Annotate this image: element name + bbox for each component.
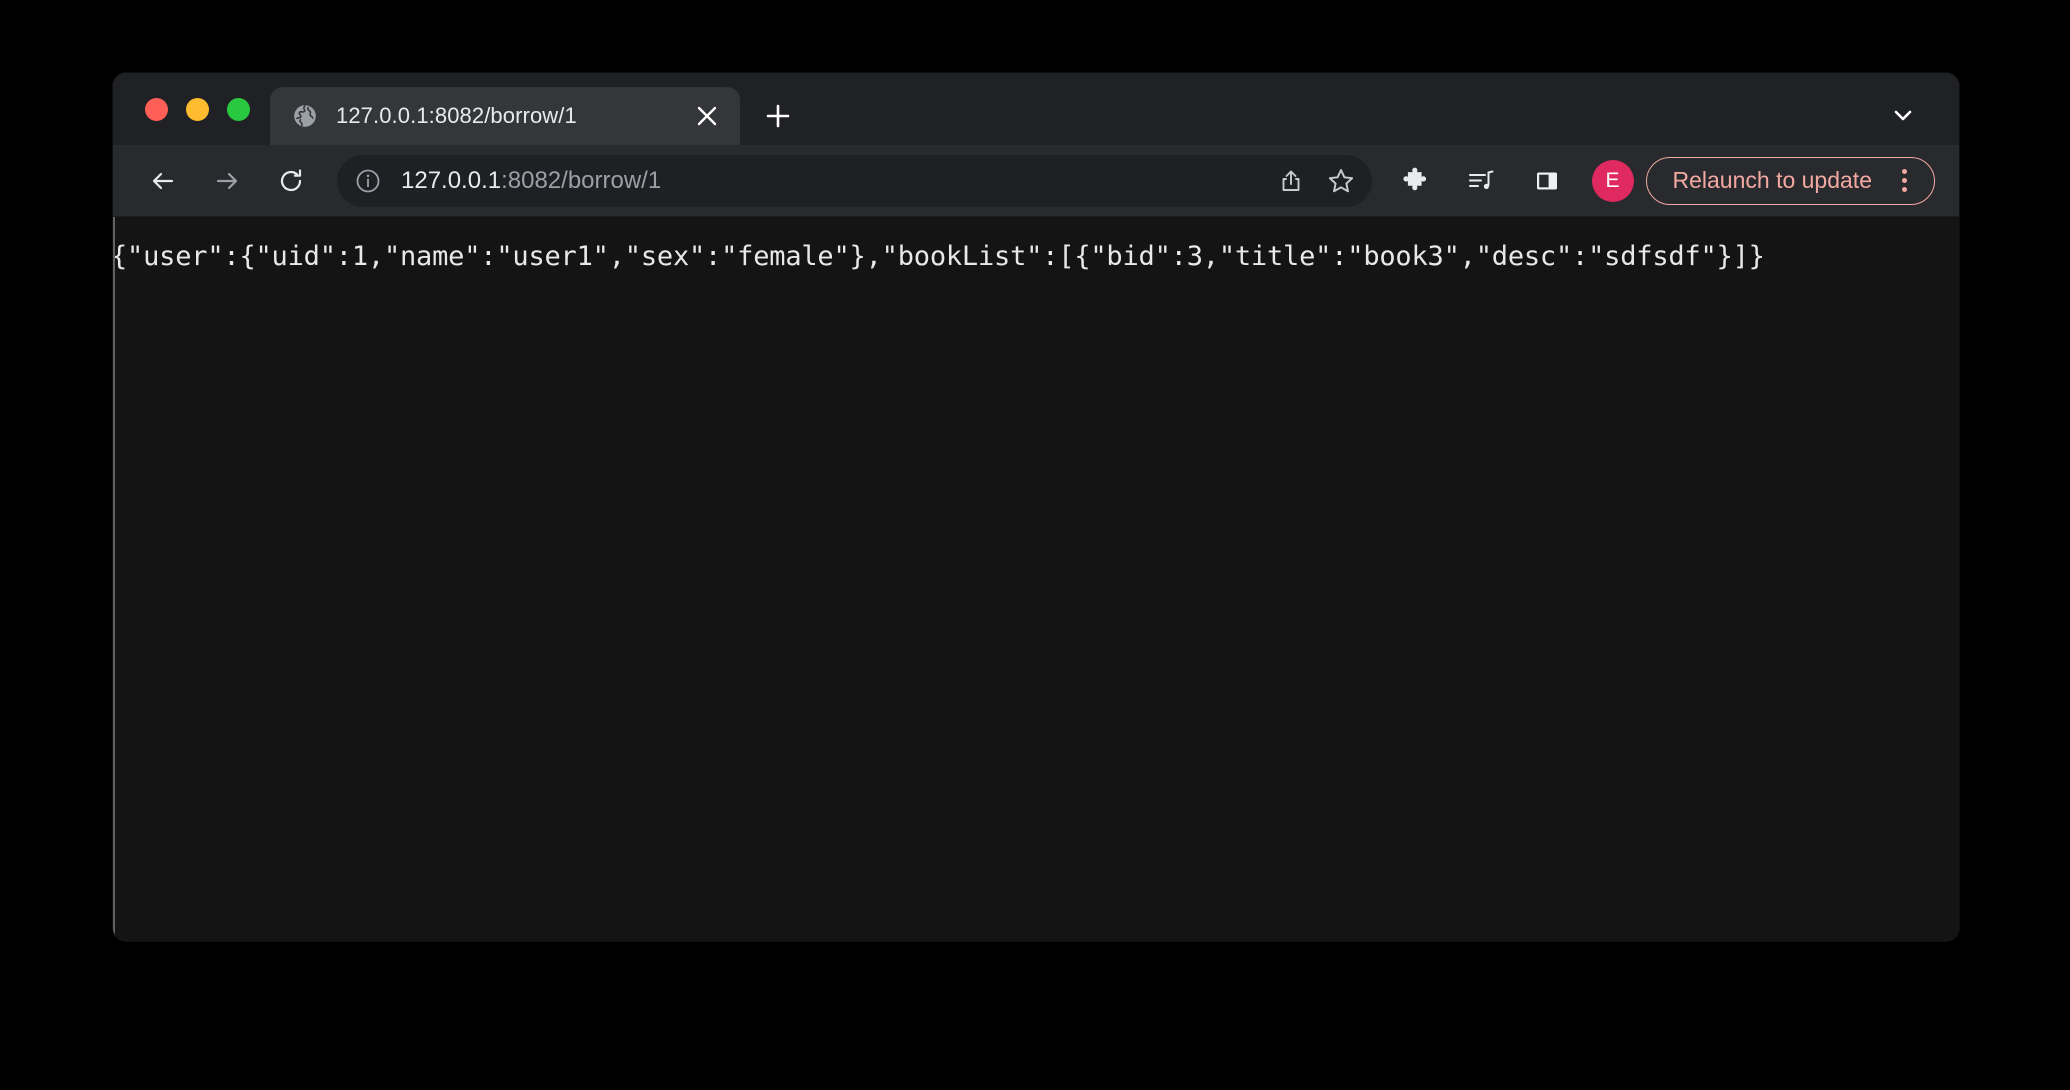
avatar[interactable]: E xyxy=(1592,160,1634,202)
star-icon xyxy=(1326,166,1356,196)
forward-button[interactable] xyxy=(201,155,253,207)
window-controls xyxy=(113,73,270,145)
address-bar[interactable]: 127.0.0.1:8082/borrow/1 xyxy=(337,155,1372,207)
url-text[interactable]: 127.0.0.1:8082/borrow/1 xyxy=(391,167,1266,195)
browser-toolbar: 127.0.0.1:8082/borrow/1 xyxy=(113,145,1959,217)
arrow-left-icon xyxy=(148,166,178,196)
back-button[interactable] xyxy=(137,155,189,207)
side-panel-icon xyxy=(1533,167,1561,195)
browser-menu-button[interactable] xyxy=(1882,159,1926,203)
plus-icon xyxy=(765,103,791,129)
puzzle-icon xyxy=(1400,166,1430,196)
relaunch-to-update-button[interactable]: Relaunch to update xyxy=(1646,157,1936,205)
globe-icon xyxy=(292,103,318,129)
chevron-down-icon xyxy=(1890,102,1916,128)
json-response-text: {"user":{"uid":1,"name":"user1","sex":"f… xyxy=(113,241,1765,273)
reload-icon xyxy=(276,166,306,196)
share-button[interactable] xyxy=(1266,156,1316,206)
tab-title: 127.0.0.1:8082/borrow/1 xyxy=(336,103,686,129)
relaunch-label: Relaunch to update xyxy=(1673,167,1873,194)
tab-strip: 127.0.0.1:8082/borrow/1 xyxy=(113,73,1959,145)
maximize-window-button[interactable] xyxy=(227,98,250,121)
side-panel-button[interactable] xyxy=(1521,155,1573,207)
url-path: :8082/borrow/1 xyxy=(501,167,661,194)
info-circle-icon xyxy=(354,167,382,195)
close-window-button[interactable] xyxy=(145,98,168,121)
close-icon[interactable] xyxy=(686,95,728,137)
omnibox-actions xyxy=(1266,156,1366,206)
new-tab-button[interactable] xyxy=(754,92,802,140)
reload-button[interactable] xyxy=(265,155,317,207)
browser-window: 127.0.0.1:8082/borrow/1 xyxy=(113,73,1959,941)
minimize-window-button[interactable] xyxy=(186,98,209,121)
site-info-button[interactable] xyxy=(345,158,391,204)
tab-search-button[interactable] xyxy=(1879,91,1927,139)
tab-active[interactable]: 127.0.0.1:8082/borrow/1 xyxy=(270,87,740,145)
media-controls-button[interactable] xyxy=(1455,155,1507,207)
media-list-icon xyxy=(1466,166,1496,196)
close-icon-glyph xyxy=(696,105,718,127)
bookmark-button[interactable] xyxy=(1316,156,1366,206)
share-icon xyxy=(1277,167,1305,195)
url-host: 127.0.0.1 xyxy=(401,167,501,194)
page-content: {"user":{"uid":1,"name":"user1","sex":"f… xyxy=(113,217,1959,941)
extensions-button[interactable] xyxy=(1389,155,1441,207)
three-dots-vertical-icon xyxy=(1902,169,1907,192)
arrow-right-icon xyxy=(212,166,242,196)
